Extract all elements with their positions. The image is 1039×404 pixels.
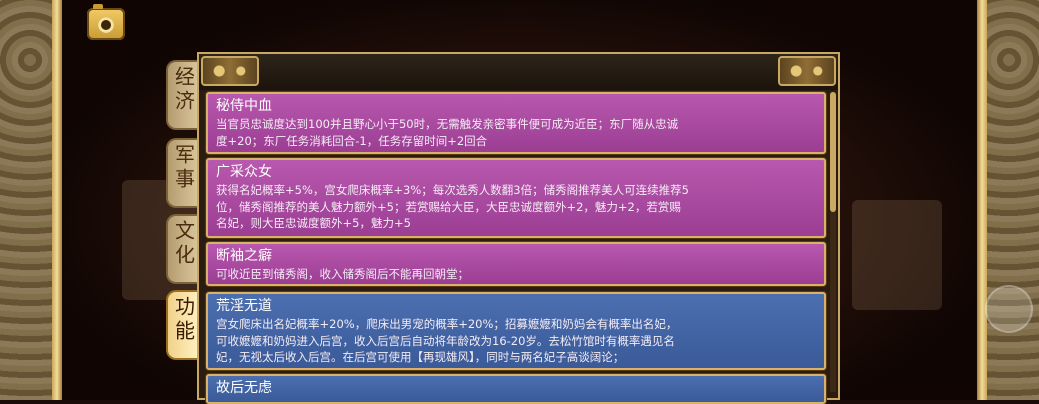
backdrop-shape (852, 200, 942, 310)
dragon-ornament-icon (778, 56, 836, 86)
tab-function[interactable]: 功能 (166, 290, 198, 360)
camera-icon-top (93, 4, 103, 9)
tab-culture[interactable]: 文化 (166, 214, 198, 284)
talent-panel: 秘侍中血 当官员忠诚度达到100并且野心小于50时，无需触发亲密事件便可成为近臣… (197, 52, 840, 404)
talent-title: 断袖之癖 (216, 248, 272, 264)
talent-description: 当官员忠诚度达到100并且野心小于50时，无需触发亲密事件便可成为近臣；东厂随从… (216, 117, 679, 148)
talent-description: 宫女爬床出名妃概率+20%，爬床出男宠的概率+20%；招募嬷嬷和奶妈会有概率出名… (216, 317, 678, 364)
tab-military-label: 军事 (171, 144, 196, 192)
tab-culture-label: 文化 (171, 220, 196, 268)
talent-title: 荒淫无道 (216, 298, 272, 314)
right-ornament-panel (979, 0, 1039, 400)
talent-card[interactable]: 秘侍中血 当官员忠诚度达到100并且野心小于50时，无需触发亲密事件便可成为近臣… (206, 92, 826, 154)
panel-header (199, 54, 838, 90)
tab-economy[interactable]: 经济 (166, 60, 198, 130)
talent-title: 广采众女 (216, 164, 272, 180)
talent-card[interactable]: 广采众女 获得名妃概率+5%，宫女爬床概率+3%；每次选秀人数翻3倍；储秀阁推荐… (206, 158, 826, 238)
talent-title: 故后无虑 (216, 380, 272, 396)
talent-description: 可收近臣到储秀阁，收入储秀阁后不能再回朝堂； (216, 267, 469, 281)
dragon-ornament-icon (201, 56, 259, 86)
talent-card[interactable]: 断袖之癖 可收近臣到储秀阁，收入储秀阁后不能再回朝堂； (206, 242, 826, 286)
floating-assist-button[interactable] (985, 285, 1033, 333)
camera-lens (98, 17, 114, 33)
tab-economy-label: 经济 (171, 66, 196, 114)
scrollbar-thumb[interactable] (830, 92, 836, 212)
tab-military[interactable]: 军事 (166, 138, 198, 208)
left-gold-border (52, 0, 62, 400)
right-gold-border (977, 0, 987, 400)
camera-icon[interactable] (87, 4, 125, 40)
tab-function-label: 功能 (171, 296, 196, 344)
talent-card[interactable]: 荒淫无道 宫女爬床出名妃概率+20%，爬床出男宠的概率+20%；招募嬷嬷和奶妈会… (206, 292, 826, 370)
left-ornament-panel (0, 0, 60, 400)
talent-description: 获得名妃概率+5%，宫女爬床概率+3%；每次选秀人数翻3倍；储秀阁推荐美人可连续… (216, 183, 689, 230)
talent-title: 秘侍中血 (216, 98, 272, 114)
